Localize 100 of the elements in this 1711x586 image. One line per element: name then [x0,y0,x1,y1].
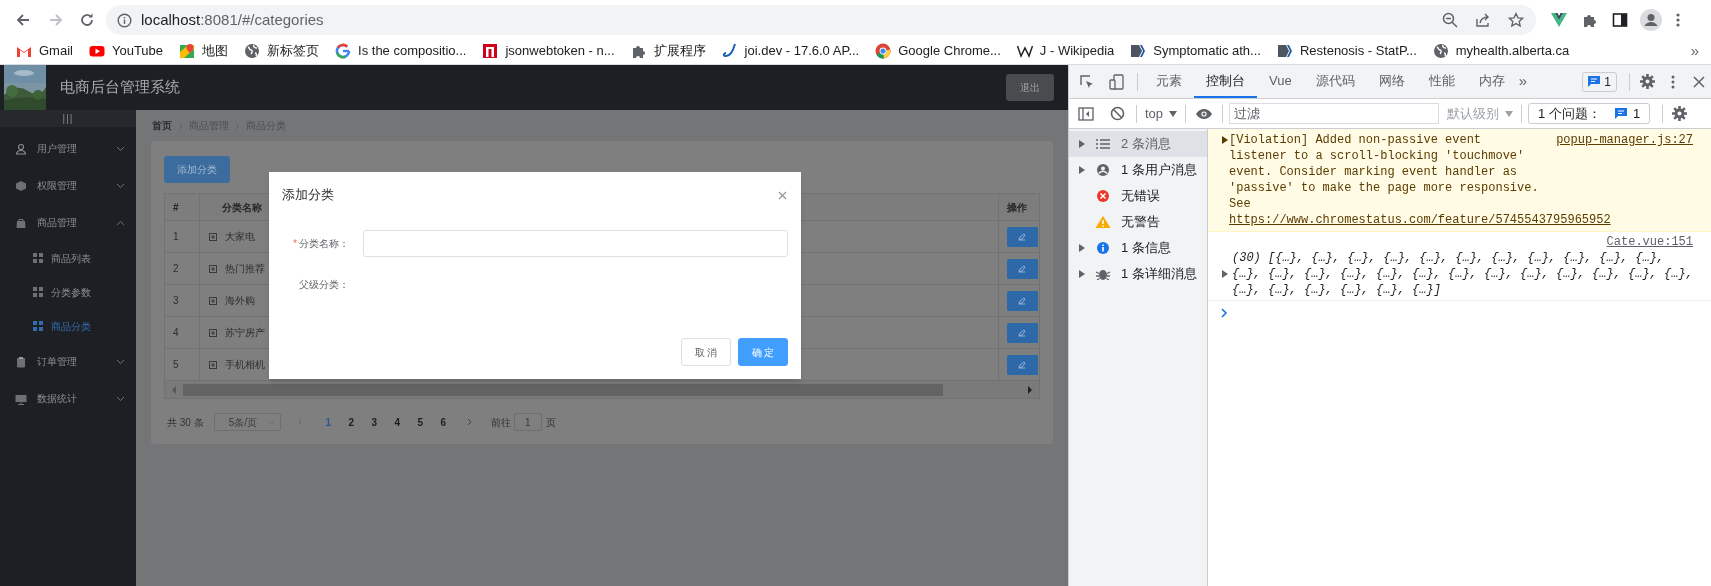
bookmark[interactable]: Symptomatic ath... [1124,39,1267,63]
puzzle-icon [630,43,647,59]
scrollbar-thumb[interactable] [183,383,943,396]
expand-icon[interactable] [209,360,217,369]
breadcrumb-item[interactable]: 首页 [152,118,172,133]
source-link[interactable]: popup-manager.js:27 [1556,132,1693,148]
scroll-right-icon[interactable] [1027,385,1033,394]
more-icon[interactable] [1671,74,1675,89]
expand-icon[interactable] [209,296,217,305]
expand-icon[interactable] [209,232,217,241]
sidebar-toggle-icon[interactable] [1078,106,1094,121]
bookmark[interactable]: J - Wikipedia [1010,39,1121,63]
clear-console-icon[interactable] [1110,106,1125,121]
bookmarks-overflow-button[interactable]: » [1682,39,1707,63]
collapse-toggle[interactable]: ||| [0,110,136,127]
more-tabs-button[interactable]: » [1518,70,1527,93]
page-number[interactable]: 5 [408,414,432,430]
bag-icon [15,216,27,229]
console-sidebar-item[interactable]: 1 条详细消息 [1069,261,1207,287]
prompt-icon[interactable] [1221,308,1228,318]
close-icon[interactable] [778,190,787,200]
bug-icon [1095,268,1111,280]
info-icon[interactable] [117,12,132,28]
bookmark-label: J - Wikipedia [1039,42,1115,61]
page-number[interactable]: 6 [431,414,455,430]
context-select[interactable]: top [1145,103,1178,124]
devtools-tab[interactable]: 网络 [1366,65,1417,98]
bookmark[interactable]: myhealth.alberta.ca [1426,39,1576,63]
menu-item[interactable]: 商品管理 [0,204,136,241]
side-panel-icon[interactable] [1612,12,1628,28]
bookmark[interactable]: 新标签页 [238,39,326,63]
submenu-item[interactable]: 商品分类 [0,309,136,343]
zoom-out-icon[interactable] [1442,12,1458,28]
devtools-tab[interactable]: 元素 [1144,65,1194,98]
bookmark[interactable]: jsonwebtoken - n... [476,39,621,63]
menu-label: 用户管理 [37,142,77,156]
reload-icon[interactable] [79,12,95,28]
v-logo-icon[interactable] [1550,12,1568,28]
source-link[interactable]: Cate.vue:151 [1606,234,1693,250]
grid-icon [33,321,43,331]
devtools-tab[interactable]: 性能 [1416,65,1467,98]
chevron-down-icon [116,145,125,152]
bookmark[interactable]: YouTube [82,39,170,63]
inspect-icon[interactable] [1079,73,1095,90]
console-sidebar-item[interactable]: 1 条用户消息 [1069,157,1207,183]
console-sidebar-item[interactable]: 无错误 [1069,183,1207,209]
device-toggle-icon[interactable] [1109,73,1125,90]
devtools-tab[interactable]: 内存 [1466,65,1517,98]
back-icon[interactable] [15,12,31,28]
expand-arrow-icon[interactable] [1222,270,1228,278]
horizontal-scrollbar[interactable] [165,381,1039,398]
console-sidebar-item[interactable]: 2 条消息 [1069,131,1207,157]
page-number[interactable]: 3 [362,414,386,430]
star-icon[interactable] [1508,12,1524,28]
bookmark[interactable]: 扩展程序 [624,39,712,63]
profile-icon[interactable] [1640,9,1662,31]
submenu-item[interactable]: 分类参数 [0,275,136,309]
menu-item[interactable]: 数据统计 [0,380,136,417]
expand-icon[interactable] [209,264,217,273]
bookmark[interactable]: Restenosis - StatP... [1270,39,1423,63]
settings-icon[interactable] [1640,74,1655,89]
expand-icon[interactable] [209,328,217,337]
menu-item[interactable]: 用户管理 [0,130,136,167]
bookmark[interactable]: 地图 [173,39,235,63]
bookmark[interactable]: Gmail [10,39,79,63]
page-number[interactable]: 4 [385,414,409,430]
address-bar[interactable]: localhost:8081/#/categories [106,5,1536,35]
submenu-item[interactable]: 商品列表 [0,241,136,275]
console-sidebar-label: 无警告 [1121,213,1160,232]
close-icon[interactable] [1693,75,1705,88]
issues-button[interactable]: 1 [1582,71,1617,92]
console-sidebar-item[interactable]: 1 条信息 [1069,235,1207,261]
goto-page-field[interactable]: 1 [513,413,542,431]
console-sidebar-item[interactable]: 无警告 [1069,209,1207,235]
cancel-button[interactable]: 取 消 [681,338,731,366]
globe-icon [1432,43,1449,59]
expand-arrow-icon[interactable] [1222,136,1228,144]
page-size-select[interactable]: 5条/页 [213,413,281,431]
menu-item[interactable]: 权限管理 [0,167,136,204]
puzzle-icon[interactable] [1582,12,1598,28]
menu-item[interactable]: 订单管理 [0,343,136,380]
next-page-icon[interactable] [466,418,472,426]
settings-icon[interactable] [1672,106,1688,121]
filter-field[interactable]: 过滤 [1229,103,1440,124]
share-icon[interactable] [1475,12,1491,28]
logout-button[interactable]: 退出 [1006,74,1054,101]
devtools-tab[interactable]: 源代码 [1303,65,1367,98]
bookmark[interactable]: Google Chrome... [869,39,1007,63]
issues-button[interactable]: 1 个问题： 1 [1528,103,1651,124]
bookmark[interactable]: joi.dev - 17.6.0 AP... [715,39,866,63]
page-number[interactable]: 2 [339,414,363,430]
bookmark[interactable]: Is the compositio... [329,39,473,63]
category-name-field[interactable] [363,230,788,257]
bookmark-label: Is the compositio... [358,42,467,61]
more-icon[interactable] [1676,12,1680,28]
user-icon [1095,164,1111,176]
grid-icon [33,287,43,297]
url-link[interactable]: https://www.chromestatus.com/feature/5745543795965952 [1229,213,1611,227]
devtools-tab[interactable]: Vue [1257,65,1304,98]
eye-icon[interactable] [1195,107,1214,120]
